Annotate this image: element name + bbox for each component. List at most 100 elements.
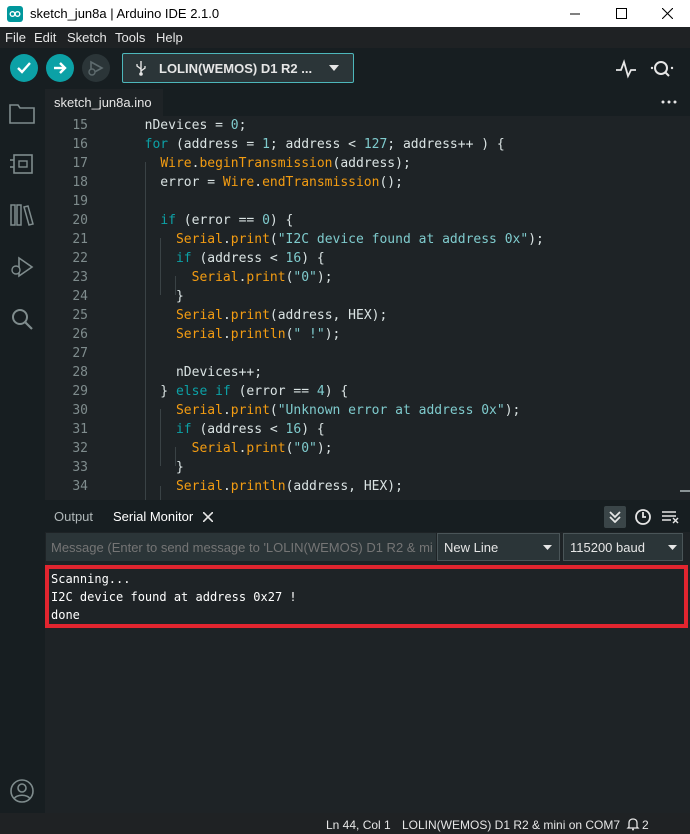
tab-sketch-file[interactable]: sketch_jun8a.ino (45, 89, 163, 116)
tab-serial-monitor[interactable]: Serial Monitor (102, 500, 222, 532)
debug-panel-button[interactable] (8, 253, 36, 281)
bell-icon (626, 818, 640, 831)
line-number: 33 (72, 460, 88, 475)
code-text: } (129, 289, 184, 304)
line-number: 22 (72, 251, 88, 266)
line-number: 17 (72, 156, 88, 171)
serial-monitor-tab-label: Serial Monitor (113, 509, 194, 524)
code-text: Wire.beginTransmission(address); (160, 156, 411, 171)
search-icon (12, 309, 33, 330)
magnifier-dots-icon (650, 61, 674, 77)
code-line[interactable]: 34 Serial.println(address, HEX); (45, 477, 690, 496)
clear-output-button[interactable] (661, 509, 679, 525)
maximize-button[interactable] (598, 0, 644, 27)
tab-label: sketch_jun8a.ino (54, 95, 152, 110)
menu-help[interactable]: Help (156, 30, 183, 45)
close-icon[interactable] (203, 512, 213, 522)
board-port-status[interactable]: LOLIN(WEMOS) D1 R2 & mini on COM7 (402, 818, 620, 832)
code-line[interactable]: 22 if (address < 16) { (45, 249, 690, 268)
tab-output[interactable]: Output (54, 509, 93, 524)
line-number: 16 (72, 137, 88, 152)
line-number: 18 (72, 175, 88, 190)
account-button[interactable] (8, 777, 36, 805)
caret-down-icon (668, 545, 677, 550)
code-text: Serial.print("0"); (191, 441, 333, 456)
code-line[interactable]: 33 } (45, 458, 690, 477)
line-ending-select[interactable]: New Line (437, 533, 560, 561)
code-text: } else if (error == 4) { (129, 384, 349, 399)
menu-edit[interactable]: Edit (34, 30, 56, 45)
code-editor[interactable]: 15 nDevices = 0; 16 for (address = 1; add… (45, 116, 690, 500)
toolbar: LOLIN(WEMOS) D1 R2 ... (0, 48, 690, 89)
timestamp-toggle[interactable] (634, 508, 652, 526)
line-ending-value: New Line (444, 540, 499, 555)
code-line[interactable]: 32 Serial.print("0"); (45, 439, 690, 458)
code-text: nDevices = 0; (129, 118, 247, 133)
line-number: 26 (72, 327, 88, 342)
serial-plotter-button[interactable] (615, 59, 637, 79)
bug-play-icon (11, 256, 34, 278)
code-text: for (address = 1; address < 127; address… (144, 137, 505, 152)
notifications-button[interactable]: 2 (626, 816, 656, 832)
code-line[interactable]: 15 nDevices = 0; (45, 116, 690, 135)
search-button[interactable] (8, 305, 36, 333)
code-line[interactable]: 16 for (address = 1; address < 127; addr… (45, 135, 690, 154)
sketchbook-button[interactable] (8, 99, 36, 127)
bottom-panel-header: Output Serial Monitor (45, 500, 690, 532)
caret-down-icon (329, 65, 339, 71)
close-window-button[interactable] (644, 0, 690, 27)
code-line[interactable]: 17 Wire.beginTransmission(address); (45, 154, 690, 173)
menu-sketch[interactable]: Sketch (67, 30, 107, 45)
menu-tools[interactable]: Tools (115, 30, 145, 45)
more-actions-button[interactable] (657, 94, 681, 110)
line-number: 29 (72, 384, 88, 399)
minimize-button[interactable] (552, 0, 598, 27)
line-number: 25 (72, 308, 88, 323)
line-number: 15 (72, 118, 88, 133)
highlight-box (45, 565, 688, 628)
library-icon (10, 204, 34, 226)
code-line[interactable]: 23 Serial.print("0"); (45, 268, 690, 287)
line-number: 27 (72, 346, 88, 361)
clear-lines-icon (662, 511, 679, 524)
board-selector-label: LOLIN(WEMOS) D1 R2 ... (159, 61, 313, 76)
verify-button[interactable] (10, 54, 38, 82)
boards-manager-button[interactable] (8, 150, 36, 178)
code-line[interactable]: 20 if (error == 0) { (45, 211, 690, 230)
window-title: sketch_jun8a | Arduino IDE 2.1.0 (30, 6, 220, 21)
library-manager-button[interactable] (8, 201, 36, 229)
code-line[interactable]: 19 (45, 192, 690, 211)
line-number: 23 (72, 270, 88, 285)
line-number: 32 (72, 441, 88, 456)
code-line[interactable]: 29 } else if (error == 4) { (45, 382, 690, 401)
board-selector[interactable]: LOLIN(WEMOS) D1 R2 ... (122, 53, 354, 83)
code-line[interactable]: 28 nDevices++; (45, 363, 690, 382)
autoscroll-toggle[interactable] (604, 506, 626, 528)
serial-monitor-button[interactable] (650, 58, 676, 80)
upload-button[interactable] (46, 54, 74, 82)
code-text: if (address < 16) { (175, 251, 325, 266)
baud-rate-value: 115200 baud (570, 540, 645, 555)
code-line[interactable]: 30 Serial.print("Unknown error at addres… (45, 401, 690, 420)
code-line[interactable]: 18 error = Wire.endTransmission(); (45, 173, 690, 192)
notification-count: 2 (642, 818, 649, 832)
double-chevron-down-icon (609, 511, 621, 523)
code-text: Serial.print("Unknown error at address 0… (175, 403, 521, 418)
baud-rate-select[interactable]: 115200 baud (563, 533, 683, 561)
code-line[interactable]: 31 if (address < 16) { (45, 420, 690, 439)
debug-icon (88, 60, 104, 76)
code-line[interactable]: 25 Serial.print(address, HEX); (45, 306, 690, 325)
code-line[interactable]: 21 Serial.print("I2C device found at add… (45, 230, 690, 249)
menu-file[interactable]: File (5, 30, 26, 45)
cursor-position[interactable]: Ln 44, Col 1 (326, 818, 391, 832)
line-number: 19 (72, 194, 88, 209)
code-text: Serial.println(address, HEX); (175, 479, 403, 494)
code-line[interactable]: 26 Serial.println(" !"); (45, 325, 690, 344)
code-line[interactable]: 24 } (45, 287, 690, 306)
editor-tab-bar: sketch_jun8a.ino (45, 89, 690, 116)
serial-message-input[interactable] (46, 533, 436, 561)
debug-button[interactable] (82, 54, 110, 82)
code-line[interactable]: 27 (45, 344, 690, 363)
clock-icon (635, 509, 651, 525)
title-bar: sketch_jun8a | Arduino IDE 2.1.0 (0, 0, 690, 27)
